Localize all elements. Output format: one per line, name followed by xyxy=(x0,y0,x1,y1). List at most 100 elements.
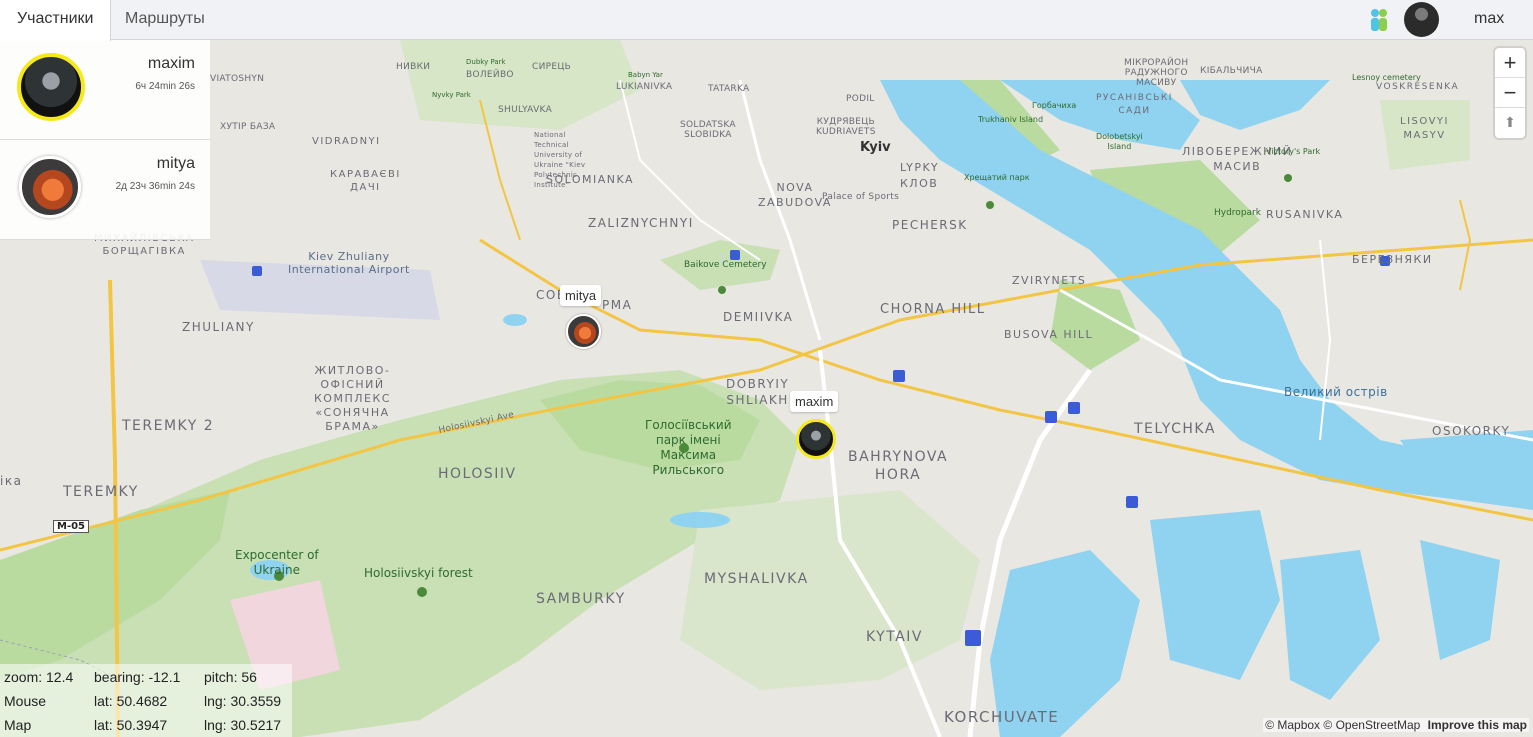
map-label-tatarka: TATARKA xyxy=(708,84,750,94)
map-label-telychka: TELYCHKA xyxy=(1134,421,1216,437)
map-label-bahrynova: BAHRYNOVA HORA xyxy=(848,449,949,483)
map-attribution: © Mapbox © OpenStreetMap Improve this ma… xyxy=(1263,718,1529,732)
participant-mitya[interactable]: mitya 2д 23ч 36min 24s xyxy=(0,140,210,240)
map-label-kibalchych: КІБАЛЬЧИЧА xyxy=(1200,66,1263,76)
info-map-lat: lat: 50.3947 xyxy=(94,717,168,733)
map-label-hydropark: Hydropark xyxy=(1214,208,1261,218)
map-label-horbachykha: Горбачиха xyxy=(1032,101,1077,110)
map-label-trukhaniv: Trukhaniv Island xyxy=(978,115,1044,124)
zoom-in-button[interactable]: + xyxy=(1495,48,1525,78)
map-label-ika: іка xyxy=(0,474,23,488)
avatar[interactable] xyxy=(19,156,81,218)
map-label-nyvky-park: Nyvky Park xyxy=(432,91,471,99)
map-label-dubky: Dubky Park xyxy=(466,58,506,66)
map-label-podil: PODIL xyxy=(846,94,875,104)
participant-name: mitya xyxy=(156,155,195,172)
map-label-demiivka: DEMIIVKA xyxy=(723,310,794,324)
info-mouse-lat: lat: 50.4682 xyxy=(94,693,168,709)
map-label-m05: M-05 xyxy=(53,520,90,533)
map-label-voleivo: ВОЛЕЙВО xyxy=(466,70,514,80)
map-label-myshalivka: MYSHALIVKA xyxy=(704,571,809,587)
info-pitch: pitch: 56 xyxy=(204,669,257,685)
map-label-babyn: Babyn Yar xyxy=(628,71,663,79)
info-bearing: bearing: -12.1 xyxy=(94,669,181,685)
marker-label: maxim xyxy=(790,391,839,412)
map-label-mikroraion: МІКРОРАЙОН РАДУЖНОГО МАСИВУ xyxy=(1124,58,1189,88)
map-label-lukianivka: LUKIANIVKA xyxy=(616,82,673,92)
user-name[interactable]: max xyxy=(1474,0,1504,38)
map-label-lisovyi: LISOVYI MASYV xyxy=(1400,116,1449,141)
info-map-lng: lng: 30.5217 xyxy=(204,717,282,733)
participant-time: 6ч 24min 26s xyxy=(135,81,195,92)
user-avatar[interactable] xyxy=(1404,2,1439,37)
top-bar: Участники Маршруты max xyxy=(0,0,1533,41)
map-label-osokorky: OSOKORKY xyxy=(1432,424,1511,438)
attribution-mapbox-link[interactable]: © Mapbox xyxy=(1265,718,1320,732)
compass-icon: ⬆ xyxy=(1504,114,1516,130)
info-mouse-lng: lng: 30.3559 xyxy=(204,693,282,709)
map-label-nova-zabudova: NOVA ZABUDOVA xyxy=(758,181,832,209)
zoom-out-button[interactable]: − xyxy=(1495,78,1525,108)
map-label-palace: Palace of Sports xyxy=(822,192,900,202)
map-info-panel: zoom: 12.4 bearing: -12.1 pitch: 56 Mous… xyxy=(0,664,292,737)
participant-time: 2д 23ч 36min 24s xyxy=(115,181,195,192)
map-label-teremky: TEREMKY xyxy=(63,484,139,500)
map-label-samburky: SAMBURKY xyxy=(536,591,626,607)
attribution-osm-link[interactable]: © OpenStreetMap xyxy=(1323,718,1420,732)
map-label-soniachna: ЖИТЛОВО- ОФІСНИЙ КОМПЛЕКС «СОНЯЧНА БРАМА… xyxy=(314,364,391,433)
map-label-kyiv: Kyiv xyxy=(860,140,891,155)
map-label-syrets: СИРЕЦЬ xyxy=(532,62,572,72)
marker-avatar[interactable] xyxy=(566,314,601,349)
participants-panel: maxim 6ч 24min 26s mitya 2д 23ч 36min 24… xyxy=(0,40,210,240)
map-label-nyvky: НИВКИ xyxy=(396,62,431,72)
info-zoom: zoom: 12.4 xyxy=(4,669,74,685)
map-label-karavaievi: КАРАВАЄВІ ДАЧІ xyxy=(330,169,401,193)
marker-avatar[interactable] xyxy=(796,419,836,459)
map-label-baikove: Baikove Cemetery xyxy=(684,260,767,270)
map-label-pechersk: PECHERSK xyxy=(892,218,968,232)
map-label-zhuliany: ZHULIANY xyxy=(182,320,255,334)
avatar[interactable] xyxy=(17,53,85,121)
participant-name: maxim xyxy=(147,55,195,72)
map-label-rma: РМА xyxy=(602,298,633,312)
map-label-dobryi-shliakh: DOBRYIY SHLIAKH xyxy=(726,377,790,407)
map-label-khutir: ХУТІР БАЗА xyxy=(220,122,276,132)
map-label-velykyi: Великий острів xyxy=(1284,385,1388,399)
info-mouse-label: Mouse xyxy=(4,693,47,709)
map-label-holosiiv: HOLOSIIV xyxy=(438,466,517,482)
map-label-airport: Kiev Zhuliany International Airport xyxy=(288,250,410,276)
map-label-shuliavka: SHULYAVKA xyxy=(498,105,553,115)
map-label-zvirynets: ZVIRYNETS xyxy=(1012,274,1087,287)
map-label-lesnoy: Lesnoy cemetery xyxy=(1352,73,1421,82)
zoom-controls: + − ⬆ xyxy=(1495,48,1525,138)
people-icon[interactable] xyxy=(1365,6,1393,34)
map-label-victory: Victory's Park xyxy=(1266,147,1321,156)
marker-label: mitya xyxy=(560,285,602,306)
map-label-zaliznychnyi: ZALIZNYCHNYI xyxy=(588,216,694,230)
map-label-viatoshyn: VIATOSHYN xyxy=(210,74,265,84)
map-label-expocenter: Expocenter of Ukraine xyxy=(235,548,319,577)
map-label-lypky: LYPKY КЛОВ xyxy=(900,161,940,190)
improve-map-link[interactable]: Improve this map xyxy=(1428,718,1527,732)
map-label-rusanivski: РУСАНІВСЬКІ САДИ xyxy=(1096,93,1173,116)
map-label-vidradnyi: VIDRADNYI xyxy=(312,136,381,147)
map-label-soldatska: SOLDATSKA SLOBIDKA xyxy=(680,120,736,140)
map-label-holosiivskyi-park: Голосіївський парк імені Максима Рильськ… xyxy=(645,418,732,477)
participant-maxim[interactable]: maxim 6ч 24min 26s xyxy=(0,40,210,140)
map-label-nat-tech: National Technical University of Ukraine… xyxy=(534,131,586,189)
map-label-kudriavets: КУДРЯВЕЦЬ KUDRIAVETS xyxy=(816,117,876,137)
map-label-chorna-hill: CHORNA HILL xyxy=(880,302,986,317)
map-label-teremky2: TEREMKY 2 xyxy=(122,418,215,434)
map-label-kytaiv: KYTAIV xyxy=(866,629,923,645)
tab-routes[interactable]: Маршруты xyxy=(108,0,222,40)
map-label-khreshchatyi: Хрещатий парк xyxy=(964,173,1030,182)
map-label-rusanivka: RUSANIVKA xyxy=(1266,208,1344,221)
compass-button[interactable]: ⬆ xyxy=(1495,108,1525,138)
map-label-busova-hill: BUSOVA HILL xyxy=(1004,328,1094,341)
tab-participants[interactable]: Участники xyxy=(0,0,112,41)
map-label-dolobetskyi: Dolobetskyi Island xyxy=(1096,132,1143,151)
map-label-berezniaky: БЕРЕЗНЯКИ xyxy=(1352,253,1433,266)
map-label-korchuvate: KORCHUVATE xyxy=(944,708,1060,726)
map-canvas[interactable]: Kyiv SOLOMIANKA ZALIZNYCHNYI NOVA ZABUDO… xyxy=(0,40,1533,737)
info-map-label: Map xyxy=(4,717,32,733)
